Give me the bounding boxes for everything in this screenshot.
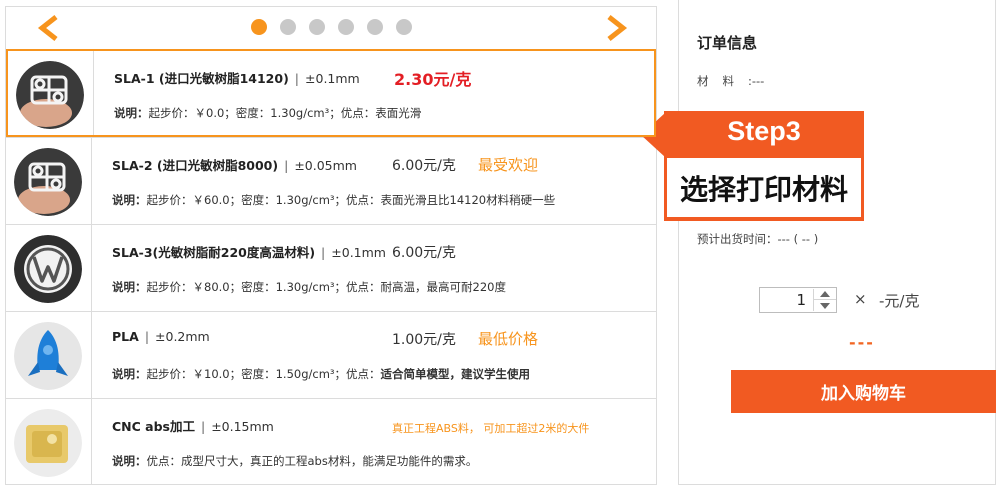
separator: | (144, 329, 150, 344)
resin-model-image (16, 61, 84, 129)
step-callout: Step3 选择打印材料 (664, 111, 864, 221)
material-panel: SLA-1 (进口光敏树脂14120) | ±0.1mm 2.30元/克 说明：起步… (5, 6, 657, 485)
separator: | (321, 245, 326, 260)
resin-model-image (14, 148, 82, 216)
description-text: 起步价：￥80.0；密度：1.30g/cm³；优点：耐高温，最高可耐220度 (146, 280, 506, 294)
material-item-cnc-abs[interactable]: CNC abs加工 | ±0.15mm 真正工程ABS料， 可加工超过2米的大件 说… (6, 398, 656, 485)
order-total: --- (849, 333, 875, 352)
material-info: PLA | ±0.2mm 1.00元/克 最低价格 说明：起步价：￥10.0；密度：… (112, 312, 656, 398)
thumb-cell (6, 312, 92, 398)
carousel-dots (251, 19, 412, 35)
callout-step-label: Step3 (727, 116, 801, 146)
carousel-dot[interactable] (338, 19, 354, 35)
carousel-dot[interactable] (367, 19, 383, 35)
material-item-sla2[interactable]: SLA-2 (进口光敏树脂8000) | ±0.05mm 6.00元/克 最受欢迎 … (6, 137, 656, 224)
abs-part-image (14, 409, 82, 477)
material-name: SLA-2 (进口光敏树脂8000) (112, 158, 279, 173)
material-tag: 最低价格 (478, 330, 539, 348)
caret-down-icon (820, 302, 830, 309)
material-title-row: CNC abs加工 | ±0.15mm (112, 416, 274, 435)
order-title: 订单信息 (697, 34, 758, 52)
description-text: 起步价：￥0.0；密度：1.30g/cm³；优点：表面光滑 (148, 106, 422, 120)
ship-time: 预计出货时间：--- ( -- ) (697, 231, 818, 247)
material-carousel (6, 7, 656, 49)
carousel-dot[interactable] (309, 19, 325, 35)
material-tolerance: ±0.1mm (331, 245, 386, 260)
add-to-cart-button[interactable]: 加入购物车 (731, 370, 996, 413)
description-highlight: 适合简单模型，建议学生使用 (380, 367, 531, 381)
description-label: 说明： (114, 106, 149, 120)
material-tolerance: ±0.05mm (294, 158, 357, 173)
thumb-cell (6, 225, 92, 311)
material-price: 2.30元/克 (394, 70, 472, 89)
material-name: SLA-3(光敏树脂耐220度高温材料) (112, 245, 316, 260)
separator: | (294, 71, 300, 86)
material-info: SLA-2 (进口光敏树脂8000) | ±0.05mm 6.00元/克 最受欢迎 … (112, 138, 656, 224)
order-material-value: --- (751, 74, 765, 88)
description-label: 说明： (112, 193, 147, 207)
material-list: SLA-1 (进口光敏树脂14120) | ±0.1mm 2.30元/克 说明：起步… (6, 49, 656, 485)
quantity-increase-button[interactable] (814, 289, 836, 300)
unit-price: -元/克 (879, 292, 920, 310)
carousel-dot[interactable] (280, 19, 296, 35)
order-material-label: 材料 (697, 74, 748, 88)
callout-text: 选择打印材料 (667, 158, 861, 217)
material-description: 说明：优点：成型尺寸大，真正的工程abs材料，能满足功能件的需求。 (112, 453, 477, 469)
quantity-stepper (759, 287, 837, 313)
material-info: SLA-3(光敏树脂耐220度高温材料) | ±0.1mm 6.00元/克 说明：起… (112, 225, 656, 311)
material-title-row: PLA | ±0.2mm (112, 329, 210, 344)
carousel-dot[interactable] (396, 19, 412, 35)
separator: | (200, 419, 206, 434)
material-title-row: SLA-3(光敏树脂耐220度高温材料) | ±0.1mm (112, 242, 386, 261)
description-text: 优点：成型尺寸大，真正的工程abs材料，能满足功能件的需求。 (146, 454, 478, 468)
carousel-dot[interactable] (251, 19, 267, 35)
quantity-decrease-button[interactable] (814, 300, 836, 311)
material-title-row: SLA-1 (进口光敏树脂14120) | ±0.1mm (114, 68, 360, 87)
material-tolerance: ±0.15mm (211, 419, 274, 434)
chevron-left-icon[interactable] (36, 15, 62, 41)
material-description: 说明：起步价：￥0.0；密度：1.30g/cm³；优点：表面光滑 (114, 105, 421, 121)
ship-time-value: --- ( -- ) (777, 232, 819, 246)
material-name: CNC abs加工 (112, 419, 195, 434)
material-info: SLA-1 (进口光敏树脂14120) | ±0.1mm 2.30元/克 说明：起步… (114, 51, 654, 135)
separator: | (284, 158, 289, 173)
material-description: 说明：起步价：￥60.0；密度：1.30g/cm³；优点：表面光滑且比14120… (112, 192, 555, 208)
material-description: 说明：起步价：￥80.0；密度：1.30g/cm³；优点：耐高温，最高可耐220… (112, 279, 506, 295)
wheel-hub-image (14, 235, 82, 303)
material-price: 6.00元/克 (392, 158, 456, 174)
description-label: 说明： (112, 367, 147, 381)
material-name: PLA (112, 329, 139, 344)
order-material: 材料:--- (697, 73, 764, 89)
material-price: 6.00元/克 (392, 245, 456, 261)
thumb-cell (8, 51, 94, 135)
stepper-buttons (813, 289, 836, 311)
material-price: 1.00元/克 (392, 332, 456, 348)
material-item-pla[interactable]: PLA | ±0.2mm 1.00元/克 最低价格 说明：起步价：￥10.0；密度：… (6, 311, 656, 398)
rocket-model-image (14, 322, 82, 390)
description-text: 起步价：￥10.0；密度：1.50g/cm³；优点： (146, 367, 381, 381)
material-item-sla3[interactable]: SLA-3(光敏树脂耐220度高温材料) | ±0.1mm 6.00元/克 说明：起… (6, 224, 656, 311)
ship-time-label: 预计出货时间： (697, 232, 778, 246)
thumb-cell (6, 399, 92, 485)
material-tolerance: ±0.2mm (155, 329, 210, 344)
description-label: 说明： (112, 280, 147, 294)
description-label: 说明： (112, 454, 147, 468)
caret-up-icon (820, 291, 830, 297)
order-panel: 订单信息 材料:--- 预计出货时间：--- ( -- ) × -元/克 ---… (678, 0, 996, 485)
material-tag: 最受欢迎 (478, 156, 539, 174)
quantity-input[interactable] (760, 288, 812, 312)
material-tolerance: ±0.1mm (305, 71, 360, 86)
material-description: 说明：起步价：￥10.0；密度：1.50g/cm³；优点：适合简单模型，建议学生… (112, 366, 530, 382)
material-tag: 真正工程ABS料， 可加工超过2米的大件 (392, 422, 590, 435)
chevron-right-icon[interactable] (603, 15, 629, 41)
material-info: CNC abs加工 | ±0.15mm 真正工程ABS料， 可加工超过2米的大件 说… (112, 399, 656, 485)
material-name: SLA-1 (进口光敏树脂14120) (114, 71, 289, 86)
description-text: 起步价：￥60.0；密度：1.30g/cm³；优点：表面光滑且比14120材料稍… (146, 193, 556, 207)
thumb-cell (6, 138, 92, 224)
material-item-sla1[interactable]: SLA-1 (进口光敏树脂14120) | ±0.1mm 2.30元/克 说明：起步… (6, 49, 656, 137)
material-title-row: SLA-2 (进口光敏树脂8000) | ±0.05mm (112, 155, 357, 174)
multiply-sign: × (854, 290, 867, 308)
